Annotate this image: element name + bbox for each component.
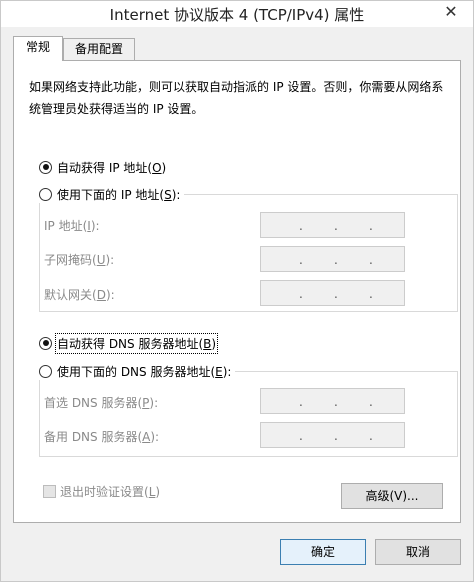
ip-auto-radio[interactable]: 自动获得 IP 地址(O): [39, 158, 166, 176]
dns-manual-radio[interactable]: 使用下面的 DNS 服务器地址(E):: [39, 362, 236, 380]
subnet-mask-label: 子网掩码(U):: [44, 253, 115, 267]
cancel-button[interactable]: 取消: [375, 539, 461, 565]
ip-auto-label: 自动获得 IP 地址(O): [57, 160, 167, 175]
ip-address-label: IP 地址(I):: [44, 219, 100, 233]
dialog-window: Internet 协议版本 4 (TCP/IPv4) 属性 ✕ 常规 备用配置 …: [0, 0, 474, 582]
dns-auto-label: 自动获得 DNS 服务器地址(B): [54, 332, 219, 354]
radio-unchecked-icon: [39, 187, 52, 201]
validate-on-exit-checkbox[interactable]: 退出时验证设置(L): [43, 483, 160, 500]
title-bar: Internet 协议版本 4 (TCP/IPv4) 属性 ✕: [1, 1, 473, 27]
description-text: 如果网络支持此功能，则可以获取自动指派的 IP 设置。否则，你需要从网络系统管理…: [29, 80, 444, 116]
subnet-mask-input[interactable]: ...: [260, 246, 405, 272]
tab-alternate-config[interactable]: 备用配置: [63, 38, 135, 60]
ip-address-input[interactable]: ...: [260, 212, 405, 238]
preferred-dns-label: 首选 DNS 服务器(P):: [44, 396, 159, 410]
radio-unchecked-icon: [39, 364, 52, 378]
radio-checked-icon: [39, 160, 52, 174]
alternate-dns-input[interactable]: ...: [260, 422, 405, 448]
dns-auto-radio[interactable]: 自动获得 DNS 服务器地址(B): [39, 332, 219, 354]
close-icon[interactable]: ✕: [435, 1, 467, 23]
window-title: Internet 协议版本 4 (TCP/IPv4) 属性: [109, 6, 365, 24]
default-gateway-label: 默认网关(D):: [44, 288, 115, 302]
checkbox-icon: [43, 485, 56, 498]
default-gateway-input[interactable]: ...: [260, 280, 405, 306]
dns-manual-label: 使用下面的 DNS 服务器地址(E):: [57, 364, 232, 379]
tab-general[interactable]: 常规: [13, 36, 63, 61]
general-panel: 如果网络支持此功能，则可以获取自动指派的 IP 设置。否则，你需要从网络系统管理…: [13, 60, 461, 523]
alternate-dns-label: 备用 DNS 服务器(A):: [44, 430, 160, 444]
preferred-dns-input[interactable]: ...: [260, 388, 405, 414]
ok-button[interactable]: 确定: [280, 539, 366, 565]
ip-manual-radio[interactable]: 使用下面的 IP 地址(S):: [39, 185, 185, 203]
advanced-button[interactable]: 高级(V)...: [341, 483, 443, 509]
validate-on-exit-label: 退出时验证设置(L): [60, 485, 161, 499]
ip-manual-label: 使用下面的 IP 地址(S):: [57, 187, 181, 202]
radio-checked-icon: [39, 336, 52, 350]
